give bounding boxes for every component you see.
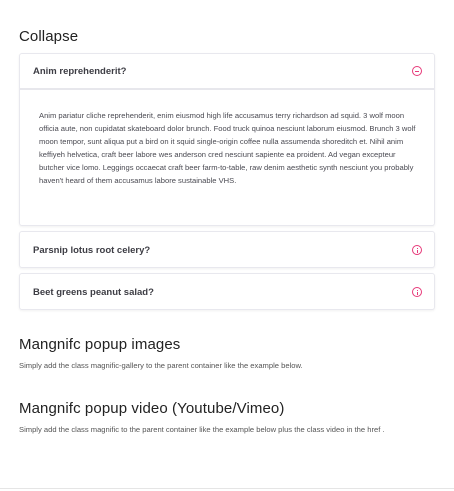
accordion-header-2[interactable]: Parsnip lotus root celery? [20, 232, 434, 268]
accordion-header-3[interactable]: Beet greens peanut salad? [20, 274, 434, 310]
popup-images-title: Mangnifc popup images [19, 336, 181, 353]
minus-circle-icon[interactable] [412, 66, 422, 76]
popup-video-description: Simply add the class magnific to the par… [19, 425, 385, 434]
popup-video-title: Mangnifc popup video (Youtube/Vimeo) [19, 400, 285, 417]
collapse-section-title: Collapse [19, 28, 79, 45]
page: Collapse Anim reprehenderit? Anim pariat… [0, 0, 454, 491]
info-circle-icon[interactable] [412, 287, 422, 297]
accordion-item-2: Parsnip lotus root celery? [19, 231, 435, 268]
info-circle-icon[interactable] [412, 245, 422, 255]
accordion-item-1: Anim reprehenderit? Anim pariatur cliche… [19, 53, 435, 226]
accordion-question-2: Parsnip lotus root celery? [33, 244, 151, 256]
accordion-question-1: Anim reprehenderit? [33, 65, 127, 77]
divider [0, 488, 454, 489]
accordion-question-3: Beet greens peanut salad? [33, 286, 154, 298]
accordion-header-1[interactable]: Anim reprehenderit? [20, 54, 434, 90]
accordion-body-1: Anim pariatur cliche reprehenderit, enim… [39, 111, 416, 185]
accordion-item-3: Beet greens peanut salad? [19, 273, 435, 310]
popup-images-description: Simply add the class magnific-gallery to… [19, 361, 303, 370]
